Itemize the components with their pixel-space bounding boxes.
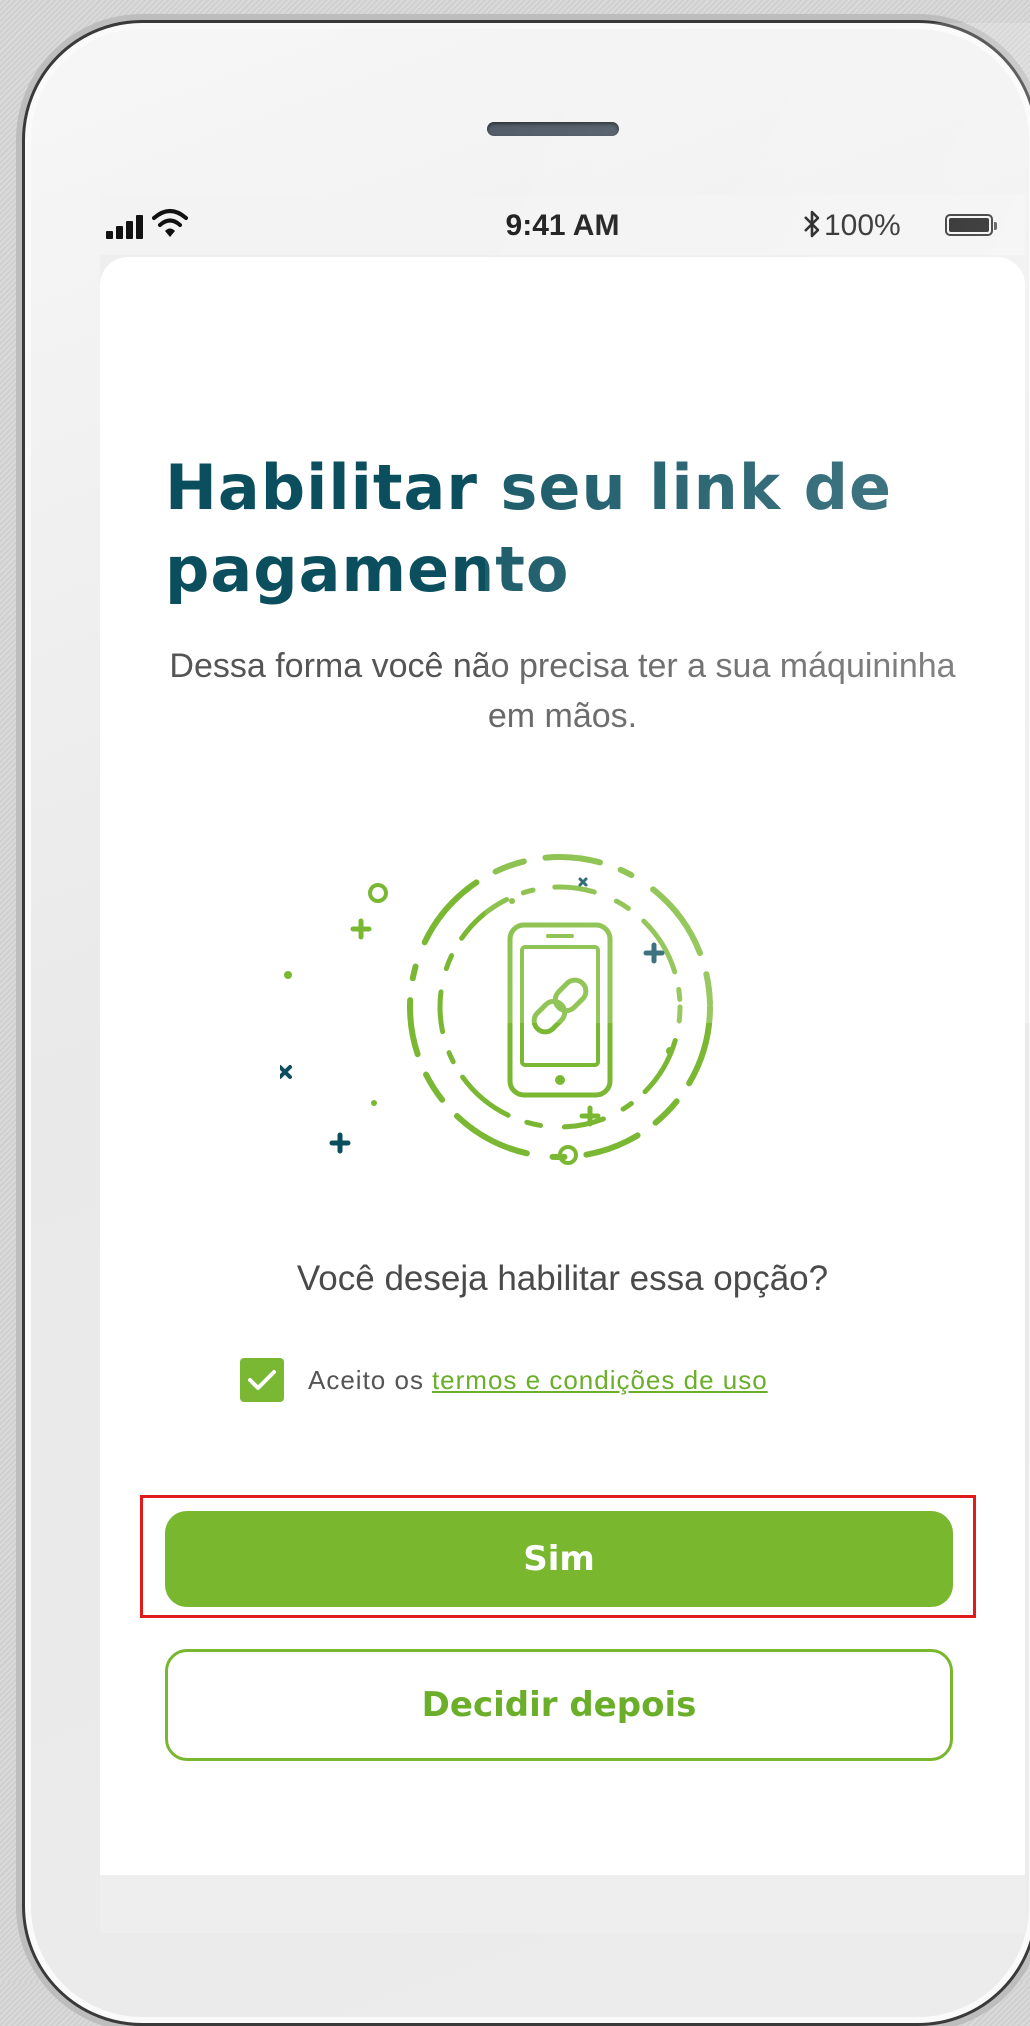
yes-button[interactable]: Sim: [165, 1511, 953, 1607]
battery-percentage: 100%: [824, 209, 901, 242]
confirmation-question: Você deseja habilitar essa opção?: [296, 1259, 829, 1298]
terms-prefix: Aceito os: [308, 1364, 424, 1395]
content-card: Habilitar seu link de pagamento Dessa fo…: [100, 257, 1025, 1875]
decide-later-button[interactable]: Decidir depois: [165, 1649, 953, 1761]
terms-row: Aceito os termos e condições de uso: [240, 1357, 768, 1403]
terms-checkbox[interactable]: [240, 1358, 284, 1402]
phone-link-icon: [280, 854, 713, 1165]
page-title: Habilitar seu link de pagamento: [165, 451, 893, 606]
terms-link[interactable]: termos e condições de uso: [432, 1365, 768, 1396]
phone-speaker: [487, 122, 619, 136]
battery-full-icon: [945, 214, 997, 236]
checkmark-icon: [248, 1370, 276, 1390]
page-subtitle: Dessa forma você não precisa ter a sua m…: [169, 647, 956, 735]
phone-frame: 9:41 AM 100% Habilitar seu link de pagam…: [22, 20, 1030, 2026]
bluetooth-icon: [804, 210, 820, 238]
phone-screen: 9:41 AM 100% Habilitar seu link de pagam…: [100, 195, 1025, 1933]
status-bar: 9:41 AM 100%: [100, 195, 1025, 255]
